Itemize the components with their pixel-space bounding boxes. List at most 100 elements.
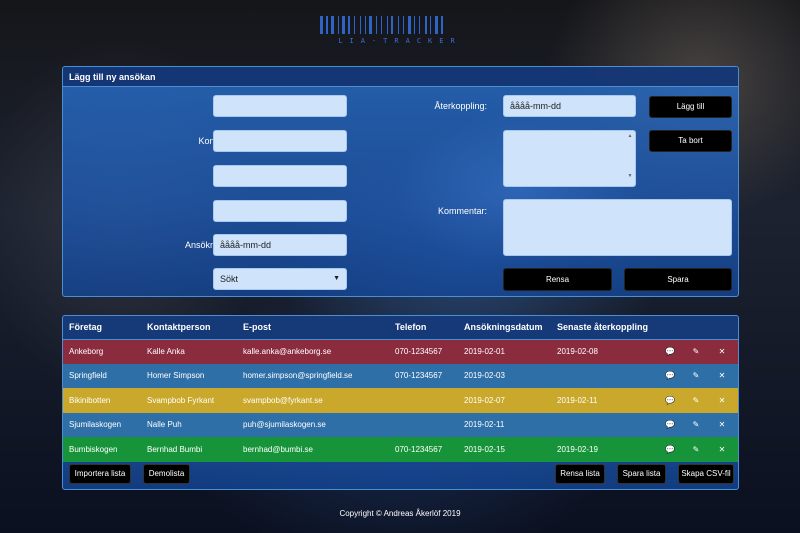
cell-phone: 070-1234567 [389, 363, 458, 388]
barcode-bar [348, 16, 350, 34]
barcode-bar [354, 16, 355, 34]
logo: LIA-TRACKER [320, 16, 480, 46]
footer-copyright: Copyright © Andreas Åkerlöf 2019 [339, 509, 461, 518]
header-company: Företag [63, 316, 141, 340]
table-header-row: Företag Kontaktperson E-post Telefon Ans… [63, 316, 738, 340]
header-actions [654, 316, 738, 340]
comment-icon[interactable]: 💬 [657, 445, 683, 454]
remove-button[interactable]: Ta bort [649, 130, 732, 152]
add-application-panel: Lägg till ny ansökan Företag: Kontaktper… [62, 66, 739, 297]
cell-company: Bikinibotten [63, 388, 141, 413]
delete-x-icon[interactable]: ✕ [709, 420, 735, 429]
applied-date-input[interactable]: åååå-mm-dd [213, 234, 347, 256]
row-actions: 💬 ✎ ✕ [654, 437, 738, 462]
header-phone: Telefon [389, 316, 458, 340]
comment-icon[interactable]: 💬 [657, 420, 683, 429]
followup-label: Återkoppling: [434, 101, 487, 111]
add-button[interactable]: Lägg till [649, 96, 732, 118]
applications-table-panel: Företag Kontaktperson E-post Telefon Ans… [62, 315, 739, 490]
table-row[interactable]: Springfield Homer Simpson homer.simpson@… [63, 363, 738, 388]
save-button[interactable]: Spara [624, 268, 732, 291]
scrollbar[interactable]: ▲ ▼ [626, 132, 634, 185]
cell-company: Bumbiskogen [63, 437, 141, 462]
barcode-bar [320, 16, 323, 34]
delete-x-icon[interactable]: ✕ [709, 396, 735, 405]
cell-contact: Nalle Puh [141, 412, 237, 437]
cell-company: Springfield [63, 363, 141, 388]
barcode-bar [435, 16, 438, 34]
save-list-button[interactable]: Spara lista [617, 464, 666, 484]
barcode-bar [331, 16, 334, 34]
barcode-bar [376, 16, 377, 34]
comment-icon[interactable]: 💬 [657, 371, 683, 380]
barcode-bar [342, 16, 345, 34]
delete-x-icon[interactable]: ✕ [709, 371, 735, 380]
barcode-bar [425, 16, 427, 34]
contact-input[interactable] [213, 130, 347, 152]
table-row[interactable]: Bumbiskogen Bernhad Bumbi bernhad@bumbi.… [63, 437, 738, 462]
delete-x-icon[interactable]: ✕ [709, 347, 735, 356]
cell-followup: 2019-02-11 [551, 388, 654, 413]
barcode-bar [338, 16, 339, 34]
cell-contact: Svampbob Fyrkant [141, 388, 237, 413]
cell-phone [389, 412, 458, 437]
cell-email: puh@sjumilaskogen.se [237, 412, 389, 437]
cell-company: Ankeborg [63, 339, 141, 364]
barcode-bar [369, 16, 372, 34]
barcode-bar [430, 16, 431, 34]
table-row[interactable]: Bikinibotten Svampbob Fyrkant svampbob@f… [63, 388, 738, 413]
cell-applied: 2019-02-15 [458, 437, 551, 462]
edit-pencil-icon[interactable]: ✎ [683, 445, 709, 454]
comment-label: Kommentar: [437, 206, 487, 216]
barcode-bar [387, 16, 388, 34]
barcode-bar [326, 16, 328, 34]
edit-pencil-icon[interactable]: ✎ [683, 396, 709, 405]
cell-followup [551, 412, 654, 437]
status-select[interactable]: Sökt ▼ [213, 268, 347, 290]
cell-email: homer.simpson@springfield.se [237, 363, 389, 388]
delete-x-icon[interactable]: ✕ [709, 445, 735, 454]
barcode-bar [414, 16, 415, 34]
demo-list-button[interactable]: Demolista [143, 464, 190, 484]
header-followup: Senaste återkoppling [551, 316, 654, 340]
row-actions: 💬 ✎ ✕ [654, 412, 738, 437]
barcode-bar [441, 16, 443, 34]
phone-input[interactable] [213, 200, 347, 222]
barcode-bar [408, 16, 411, 34]
clear-list-button[interactable]: Rensa lista [555, 464, 605, 484]
table-row[interactable]: Ankeborg Kalle Anka kalle.anka@ankeborg.… [63, 339, 738, 364]
edit-pencil-icon[interactable]: ✎ [683, 371, 709, 380]
import-list-button[interactable]: Importera lista [69, 464, 131, 484]
header-email: E-post [237, 316, 389, 340]
logo-text: LIA-TRACKER [338, 37, 462, 45]
edit-pencil-icon[interactable]: ✎ [683, 347, 709, 356]
cell-applied: 2019-02-03 [458, 363, 551, 388]
cell-followup: 2019-02-19 [551, 437, 654, 462]
comment-textarea[interactable] [503, 199, 732, 256]
email-input[interactable] [213, 165, 347, 187]
comment-icon[interactable]: 💬 [657, 347, 683, 356]
row-actions: 💬 ✎ ✕ [654, 339, 738, 364]
comment-icon[interactable]: 💬 [657, 396, 683, 405]
header-applied: Ansökningsdatum [458, 316, 551, 340]
company-input[interactable] [213, 95, 347, 117]
cell-phone: 070-1234567 [389, 339, 458, 364]
followup-date-input[interactable]: åååå-mm-dd [503, 95, 636, 117]
cell-followup [551, 363, 654, 388]
header-contact: Kontaktperson [141, 316, 237, 340]
cell-email: bernhad@bumbi.se [237, 437, 389, 462]
barcode-logo-icon [320, 16, 443, 34]
barcode-bar [398, 16, 399, 34]
followup-textarea[interactable]: ▲ ▼ [503, 130, 636, 187]
cell-email: kalle.anka@ankeborg.se [237, 339, 389, 364]
clear-button[interactable]: Rensa [503, 268, 612, 291]
cell-contact: Kalle Anka [141, 339, 237, 364]
chevron-down-icon: ▼ [333, 275, 340, 282]
create-csv-button[interactable]: Skapa CSV-fil [678, 464, 734, 484]
table-row[interactable]: Sjumilaskogen Nalle Puh puh@sjumilaskoge… [63, 412, 738, 437]
status-value: Sökt [220, 274, 239, 284]
barcode-bar [419, 16, 420, 34]
cell-phone: 070-1234567 [389, 437, 458, 462]
edit-pencil-icon[interactable]: ✎ [683, 420, 709, 429]
panel-title: Lägg till ny ansökan [63, 67, 738, 87]
